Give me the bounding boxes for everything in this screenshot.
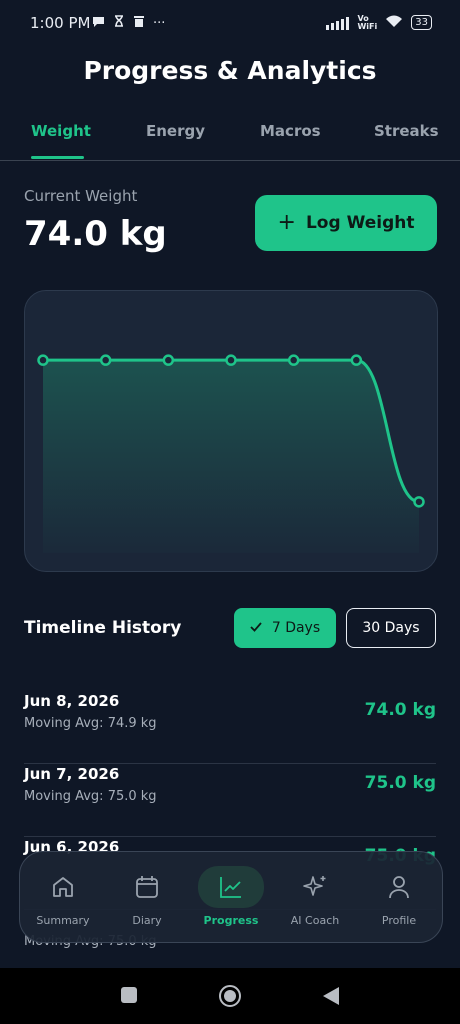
row-weight-value: 74.0 kg bbox=[364, 700, 436, 720]
plus-icon: + bbox=[277, 210, 296, 235]
signal-icon bbox=[326, 16, 350, 30]
status-notification-icons: ··· bbox=[92, 14, 165, 33]
filter-30-days-label: 30 Days bbox=[362, 620, 420, 636]
chart-line-icon bbox=[198, 866, 264, 908]
chart-point[interactable] bbox=[225, 354, 237, 366]
trash-icon bbox=[133, 14, 145, 33]
chart-point[interactable] bbox=[413, 496, 425, 508]
row-moving-avg: Moving Avg: 74.9 kg bbox=[24, 716, 157, 731]
chart-point[interactable] bbox=[99, 354, 112, 366]
row-date: Jun 8, 2026 bbox=[24, 692, 120, 710]
weight-chart-svg bbox=[37, 354, 425, 553]
filter-7-days-button[interactable]: 7 Days bbox=[234, 608, 336, 648]
system-navigation-bar bbox=[0, 968, 460, 1024]
tab-macros[interactable]: Macros bbox=[260, 122, 321, 140]
user-icon bbox=[366, 866, 432, 908]
page-title: Progress & Analytics bbox=[83, 56, 377, 85]
row-moving-avg: Moving Avg: 75.0 kg bbox=[24, 789, 157, 804]
tab-bar: Weight Energy Macros Streaks bbox=[0, 112, 460, 161]
current-weight-value: 74.0 kg bbox=[24, 214, 167, 254]
timeline-row[interactable]: Jun 7, 2026 Moving Avg: 75.0 kg 75.0 kg bbox=[24, 763, 436, 837]
bottom-navigation: Summary Diary Progress AI Coach Profile bbox=[19, 851, 443, 943]
status-bar: 1:00 PM ··· Vo WiFi 33 bbox=[0, 0, 460, 48]
nav-ai-coach[interactable]: AI Coach bbox=[273, 852, 357, 942]
filter-30-days-button[interactable]: 30 Days bbox=[346, 608, 436, 648]
chart-point[interactable] bbox=[350, 354, 363, 366]
nav-summary-label: Summary bbox=[36, 914, 90, 927]
weight-chart bbox=[24, 290, 438, 572]
calendar-icon bbox=[114, 866, 180, 908]
timeline-row[interactable]: Jun 8, 2026 Moving Avg: 74.9 kg 74.0 kg bbox=[24, 690, 436, 764]
nav-diary[interactable]: Diary bbox=[105, 852, 189, 942]
chart-area bbox=[43, 360, 419, 553]
tab-energy[interactable]: Energy bbox=[146, 122, 205, 140]
app-notification-icon bbox=[113, 14, 125, 33]
nav-ai-coach-label: AI Coach bbox=[290, 914, 340, 927]
tab-streaks[interactable]: Streaks bbox=[374, 122, 439, 140]
tab-weight[interactable]: Weight bbox=[31, 122, 91, 140]
wifi-icon bbox=[385, 13, 403, 32]
chart-point[interactable] bbox=[162, 354, 175, 366]
chart-point[interactable] bbox=[37, 354, 49, 366]
home-icon bbox=[30, 866, 96, 908]
chart-point[interactable] bbox=[287, 354, 300, 366]
battery-icon: 33 bbox=[411, 15, 432, 30]
nav-profile-label: Profile bbox=[381, 914, 417, 927]
nav-profile[interactable]: Profile bbox=[357, 852, 441, 942]
current-weight-label: Current Weight bbox=[24, 187, 138, 205]
nav-diary-label: Diary bbox=[132, 914, 162, 927]
nav-summary[interactable]: Summary bbox=[21, 852, 105, 942]
nav-progress[interactable]: Progress bbox=[189, 852, 273, 942]
row-date: Jun 7, 2026 bbox=[24, 765, 120, 783]
vowifi-wifi-label: WiFi bbox=[357, 21, 378, 31]
active-tab-indicator bbox=[31, 156, 84, 159]
filter-7-days-label: 7 Days bbox=[271, 620, 321, 636]
status-time: 1:00 PM bbox=[30, 14, 91, 32]
log-weight-label: Log Weight bbox=[305, 213, 415, 233]
status-system-icons: Vo WiFi 33 bbox=[326, 13, 432, 32]
check-icon bbox=[250, 620, 262, 636]
log-weight-button[interactable]: + Log Weight bbox=[255, 195, 437, 251]
home-button[interactable] bbox=[218, 984, 242, 1012]
row-weight-value: 75.0 kg bbox=[364, 773, 436, 793]
timeline-title: Timeline History bbox=[24, 618, 182, 638]
more-dots-icon: ··· bbox=[153, 15, 166, 31]
nav-progress-label: Progress bbox=[203, 914, 259, 927]
recents-button[interactable] bbox=[120, 986, 138, 1008]
chat-bubble-icon bbox=[92, 15, 105, 33]
vowifi-icon: Vo WiFi bbox=[357, 14, 378, 31]
back-button[interactable] bbox=[322, 986, 340, 1010]
sparkles-icon bbox=[282, 866, 348, 908]
